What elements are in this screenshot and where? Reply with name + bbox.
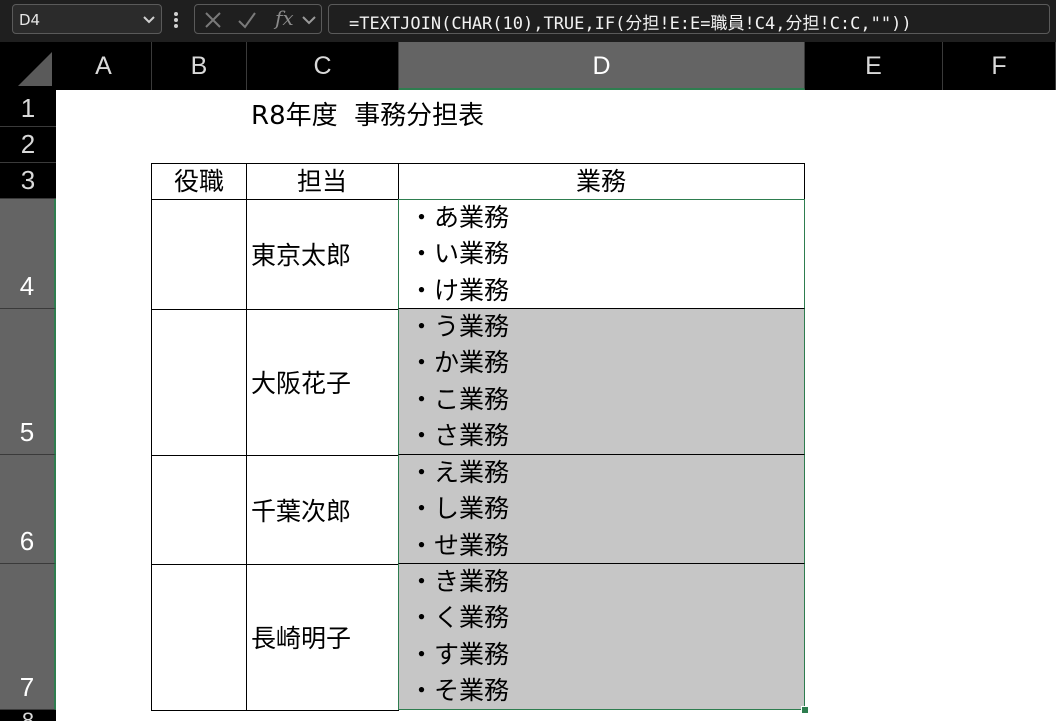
task-item: ・か業務 xyxy=(409,348,510,378)
row-number: 2 xyxy=(20,129,36,159)
row-header-2[interactable]: 2 xyxy=(0,127,56,163)
chevron-down-icon[interactable] xyxy=(141,12,157,28)
task-item: ・け業務 xyxy=(409,275,510,305)
tasks-cell[interactable]: ・う業務 ・か業務 ・こ業務 ・さ業務 xyxy=(398,309,805,455)
column-header-b[interactable]: B xyxy=(152,42,247,90)
fill-handle[interactable] xyxy=(801,706,809,714)
task-item: ・い業務 xyxy=(409,239,510,269)
person-cell[interactable]: 東京太郎 xyxy=(246,199,399,310)
row-header-6[interactable]: 6 xyxy=(0,455,56,564)
tasks-cell[interactable]: ・え業務 ・し業務 ・せ業務 xyxy=(398,455,805,564)
column-header-f[interactable]: F xyxy=(943,42,1056,90)
column-header-a[interactable]: A xyxy=(56,42,152,90)
person-cell[interactable]: 千葉次郎 xyxy=(246,455,399,565)
sheet-title: R8年度 事務分担表 xyxy=(251,101,485,131)
row-number: 6 xyxy=(19,526,35,556)
task-item: ・さ業務 xyxy=(409,421,510,451)
role-cell[interactable] xyxy=(151,455,247,565)
task-item: ・こ業務 xyxy=(409,384,510,414)
column-header-e[interactable]: E xyxy=(805,42,943,90)
task-item: ・す業務 xyxy=(409,639,510,669)
row-number: 4 xyxy=(19,271,35,301)
row-header-4[interactable]: 4 xyxy=(0,199,56,309)
header-tasks[interactable]: 業務 xyxy=(398,163,805,200)
task-item: ・え業務 xyxy=(409,458,510,487)
formula-text: =TEXTJOIN(CHAR(10),TRUE,IF(分担!E:E=職員!C4,… xyxy=(349,14,912,34)
header-person[interactable]: 担当 xyxy=(246,163,399,200)
expand-chevron-icon[interactable] xyxy=(299,10,319,30)
role-cell[interactable] xyxy=(151,199,247,310)
person-cell[interactable]: 長崎明子 xyxy=(246,564,399,711)
role-cell[interactable] xyxy=(151,564,247,711)
select-all-icon xyxy=(18,52,52,86)
more-options-icon[interactable] xyxy=(172,10,180,30)
row-number: 7 xyxy=(19,672,35,702)
tasks-cell[interactable]: ・あ業務 ・い業務 ・け業務 xyxy=(398,199,805,309)
task-item: ・し業務 xyxy=(409,494,510,524)
role-cell[interactable] xyxy=(151,309,247,456)
select-all-corner[interactable] xyxy=(0,42,56,90)
column-header-d[interactable]: D xyxy=(399,42,805,90)
row-header-8[interactable]: 8 xyxy=(0,710,56,721)
row-number: 1 xyxy=(20,93,36,123)
header-role[interactable]: 役職 xyxy=(151,163,247,200)
formula-bar: D4 fx =TEXTJOIN(CHAR(10),TRUE,IF(分担!E:E=… xyxy=(0,0,1056,42)
column-header-c[interactable]: C xyxy=(247,42,399,90)
row-number: 5 xyxy=(19,417,35,447)
row-header-1[interactable]: 1 xyxy=(0,90,56,127)
row-header-3[interactable]: 3 xyxy=(0,163,56,199)
task-item: ・せ業務 xyxy=(409,530,510,560)
enter-check-icon[interactable] xyxy=(237,10,257,30)
formula-input[interactable]: =TEXTJOIN(CHAR(10),TRUE,IF(分担!E:E=職員!C4,… xyxy=(328,4,1050,34)
formula-tools: fx xyxy=(194,4,322,34)
row-number: 3 xyxy=(20,165,36,195)
name-box-value: D4 xyxy=(19,11,41,29)
task-item: ・う業務 xyxy=(409,312,510,341)
task-item: ・き業務 xyxy=(409,567,510,596)
row-number: 8 xyxy=(0,710,56,721)
row-header-5[interactable]: 5 xyxy=(0,309,56,455)
row-header-7[interactable]: 7 xyxy=(0,564,56,710)
task-item: ・あ業務 xyxy=(409,203,510,232)
name-box[interactable]: D4 xyxy=(12,4,162,34)
cancel-icon[interactable] xyxy=(203,10,223,30)
task-item: ・そ業務 xyxy=(409,676,510,706)
tasks-cell[interactable]: ・き業務 ・く業務 ・す業務 ・そ業務 xyxy=(398,564,805,710)
insert-function-button[interactable]: fx xyxy=(275,6,294,30)
person-cell[interactable]: 大阪花子 xyxy=(246,309,399,456)
task-item: ・く業務 xyxy=(409,603,510,633)
